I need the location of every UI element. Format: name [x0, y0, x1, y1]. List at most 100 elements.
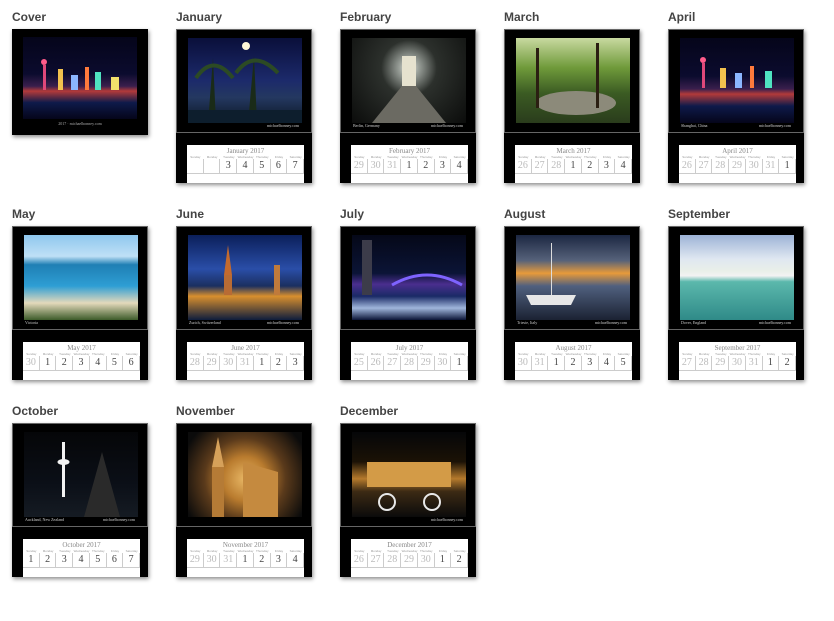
calendar-days-october: 1234567 [23, 553, 140, 568]
caption-april: Shanghai, China [681, 123, 708, 128]
title-october: October [12, 404, 59, 418]
calendar-days-december: 26 27 28 29 30 1 2 [351, 553, 468, 568]
site-february: michaelbonney.com [430, 123, 463, 128]
title-november: November [176, 404, 235, 418]
site-june: michaelbonney.com [266, 320, 299, 325]
calendar-march: March 2017 Sunday Monday Tuesday Wednesday T… [515, 145, 632, 183]
cover-site: michaelbonney.com [69, 121, 102, 126]
calendar-february: February 2017 Sunday Monday Tuesday Wednesd… [351, 145, 468, 183]
calendar-days-february: 29 30 31 1 2 3 4 [351, 159, 468, 174]
photo-february [352, 38, 466, 123]
title-february: February [340, 10, 392, 24]
site-september: michaelbonney.com [758, 320, 791, 325]
thumbnail-may[interactable]: Victoria May 2017 Sunday Monday Tuesday Wed… [12, 226, 148, 380]
calendar-october: October 2017 Sunday Monday Tuesday Wednesda… [23, 539, 140, 577]
title-july: July [340, 207, 365, 221]
cover-thumbnail[interactable]: 2017 · michaelbonney.com [12, 29, 148, 135]
photo-march [516, 38, 630, 123]
calendar-title-may: May 2017 [67, 344, 96, 352]
thumbnail-february[interactable]: Berlin, Germany michaelbonney.com Februa… [340, 29, 476, 183]
calendar-title-september: September 2017 [714, 344, 761, 352]
calendar-july: July 2017 Sunday Monday Tuesday Wednesday Th… [351, 342, 468, 380]
photo-december [352, 432, 466, 517]
calendar-title-february: February 2017 [388, 147, 431, 155]
calendar-november: November 2017 Sunday Monday Tuesday Wednesd… [187, 539, 304, 577]
photo-april [680, 38, 794, 123]
calendar-days-june: 28 29 30 31 1 2 3 [187, 356, 304, 371]
thumbnail-november[interactable]: November 2017 Sunday Monday Tuesday Wednesd… [176, 423, 312, 577]
calendar-title-november: November 2017 [222, 541, 269, 549]
photo-november [188, 432, 302, 517]
title-june: June [176, 207, 205, 221]
photo-frame: michaelbonney.com [340, 423, 476, 527]
photo-july [352, 235, 466, 320]
thumbnail-june[interactable]: Zurich, Switzerland michaelbonney.com Ju… [176, 226, 312, 380]
thumbnail-july[interactable]: July 2017 Sunday Monday Tuesday Wednesday Th… [340, 226, 476, 380]
site-december: michaelbonney.com [430, 517, 463, 522]
calendar-june: June 2017 Sunday Monday Tuesday Wednesday Th… [187, 342, 304, 380]
thumbnail-september[interactable]: Dover, England michaelbonney.com Septemb… [668, 226, 804, 380]
calendar-title-january: January 2017 [226, 147, 265, 155]
site-august: michaelbonney.com [594, 320, 627, 325]
title-september: September [668, 207, 731, 221]
calendar-days-april: 26 27 28 29 30 31 1 [679, 159, 796, 174]
photo-frame: Victoria [12, 226, 148, 330]
site-january: michaelbonney.com [266, 123, 299, 128]
title-cover: Cover [12, 10, 47, 24]
title-april: April [668, 10, 696, 24]
thumbnail-january[interactable]: michaelbonney.com January 2017 Sunday Mon… [176, 29, 312, 183]
thumbnail-december[interactable]: michaelbonney.com December 2017 Sunday Mo… [340, 423, 476, 577]
caption-september: Dover, England [681, 320, 707, 325]
photo-august [516, 235, 630, 320]
caption-june: Zurich, Switzerland [189, 320, 221, 325]
calendar-september: September 2017 Sunday Monday Tuesday Wednes… [679, 342, 796, 380]
caption-august: Trieste, Italy [517, 320, 538, 325]
photo-may [24, 235, 138, 320]
calendar-title-october: October 2017 [62, 541, 101, 549]
calendar-title-july: July 2017 [395, 344, 424, 352]
calendar-title-june: June 2017 [231, 344, 260, 352]
calendar-april: April 2017 Sunday Monday Tuesday Wednesday T… [679, 145, 796, 183]
calendar-title-august: August 2017 [555, 344, 592, 352]
calendar-title-december: December 2017 [387, 541, 432, 549]
calendar-title-march: March 2017 [556, 147, 591, 155]
site-april: michaelbonney.com [758, 123, 791, 128]
caption-may: Victoria [25, 320, 38, 325]
calendar-december: December 2017 Sunday Monday Tuesday Wednesd… [351, 539, 468, 577]
photo-september [680, 235, 794, 320]
title-august: August [504, 207, 546, 221]
cover-year: 2017 [58, 121, 67, 126]
photo-october [24, 432, 138, 517]
photo-frame [504, 29, 640, 133]
calendar-days-november: 29 30 31 1 2 3 4 [187, 553, 304, 568]
photo-frame: Trieste, Italy michaelbonney.com [504, 226, 640, 330]
calendar-august: August 2017 Sunday Monday Tuesday Wednesday… [515, 342, 632, 380]
calendar-days-july: 25 26 27 28 29 30 1 [351, 356, 468, 371]
title-december: December [340, 404, 399, 418]
caption-october: Auckland, New Zealand [25, 517, 64, 522]
calendar-january: January 2017 Sunday Monday Tuesday Wednesda… [187, 145, 304, 183]
title-may: May [12, 207, 36, 221]
title-march: March [504, 10, 540, 24]
cover-photo [23, 37, 137, 119]
photo-january [188, 38, 302, 123]
photo-frame: Berlin, Germany michaelbonney.com [340, 29, 476, 133]
thumbnail-october[interactable]: Auckland, New Zealand michaelbonney.com … [12, 423, 148, 577]
thumbnail-march[interactable]: March 2017 Sunday Monday Tuesday Wednesday T… [504, 29, 640, 183]
photo-june [188, 235, 302, 320]
calendar-days-may: 30 1 2 3 4 5 6 [23, 356, 140, 371]
photo-frame [176, 423, 312, 527]
title-january: January [176, 10, 223, 24]
photo-frame: michaelbonney.com [176, 29, 312, 133]
site-october: michaelbonney.com [102, 517, 135, 522]
calendar-days-august: 30 31 1 2 3 4 5 [515, 356, 632, 371]
photo-frame [340, 226, 476, 330]
photo-frame: Dover, England michaelbonney.com [668, 226, 804, 330]
calendar-days-january: 34567 [187, 159, 304, 174]
calendar-days-march: 26 27 28 1 2 3 4 [515, 159, 632, 174]
thumbnail-august[interactable]: Trieste, Italy michaelbonney.com August … [504, 226, 640, 380]
thumbnail-april[interactable]: Shanghai, China michaelbonney.com April … [668, 29, 804, 183]
calendar-title-april: April 2017 [722, 147, 753, 155]
photo-frame: Auckland, New Zealand michaelbonney.com [12, 423, 148, 527]
calendar-days-september: 27 28 29 30 31 1 2 [679, 356, 796, 371]
